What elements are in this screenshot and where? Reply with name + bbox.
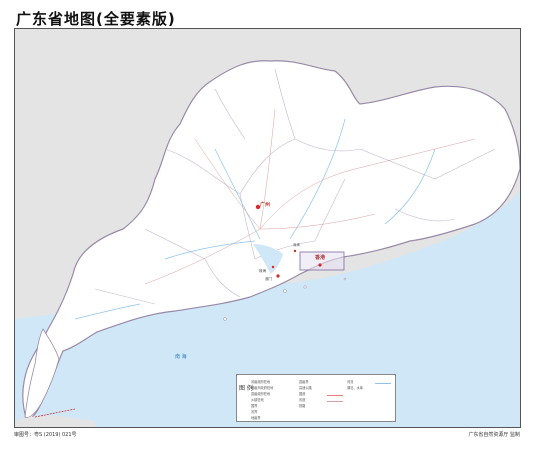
legend-item: 省级政府驻地 (251, 380, 271, 384)
legend-item: 国道 (299, 392, 306, 396)
legend-item: 地级市政府驻地 (251, 386, 274, 390)
zhuhai-label: 珠海 (259, 269, 266, 273)
legend-item: 县级界 (299, 380, 309, 384)
legend-item: 省道 (299, 398, 306, 402)
legend-item: 湖泊、水库 (347, 386, 363, 390)
map-publisher: 广东省自然资源厅 监制 (468, 432, 520, 438)
legend-item: 省界 (251, 410, 258, 414)
legend-river-line (375, 383, 391, 384)
legend-item: 国界 (251, 404, 258, 408)
map-canvas[interactable] (15, 29, 521, 428)
hongkong-marker-icon[interactable] (318, 263, 322, 267)
legend-item: 河流 (347, 380, 354, 384)
map-title: 广东省地图(全要素版) (16, 10, 176, 28)
capital-label: 广州 (260, 202, 271, 208)
legend-highway-line (327, 395, 343, 396)
legend-item: 地级界 (251, 416, 261, 420)
map-legend: 图 例 省级政府驻地 地级市政府驻地 县级政府驻地 乡镇驻地 国界 省界 地级界… (236, 374, 396, 422)
legend-item: 高速公路 (299, 386, 312, 390)
legend-item: 乡镇驻地 (251, 398, 264, 402)
zhuhai-marker-icon[interactable] (271, 265, 275, 269)
hongkong-label: 香港 (315, 255, 326, 261)
macau-marker-icon[interactable] (276, 274, 280, 278)
legend-road-line (327, 401, 343, 402)
map-approval-number: 审图号：粤S (2019) 021号 (14, 432, 77, 438)
sea-label: 南 海 (175, 354, 187, 360)
legend-item: 县级政府驻地 (251, 392, 271, 396)
macau-label: 澳门 (265, 277, 272, 281)
legend-item: 铁路 (299, 404, 306, 408)
shenzhen-marker-icon[interactable] (293, 249, 297, 253)
shenzhen-label: 深圳 (293, 243, 300, 247)
map-frame[interactable]: 广州 香港 澳门 深圳 珠海 南 海 (14, 28, 521, 428)
